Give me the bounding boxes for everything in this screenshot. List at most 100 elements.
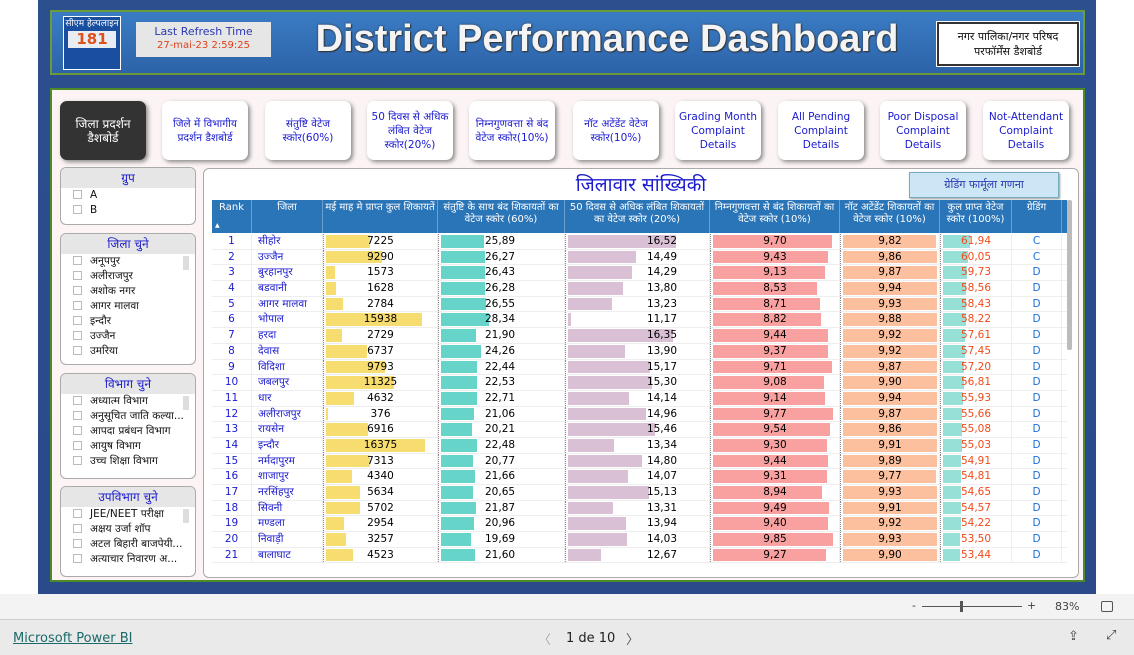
table-row[interactable]: 17 नरसिंहपुर 5634 20,65 15,13 8,94 9,93 54,65 D <box>212 485 1067 501</box>
nav-button-0[interactable]: जिला प्रदर्शन डैशबोर्ड <box>60 101 146 160</box>
filter-option[interactable]: आगर मालवा <box>61 299 195 314</box>
fullscreen-icon[interactable]: ⤢ <box>1106 628 1116 643</box>
checkbox[interactable] <box>73 539 82 548</box>
table-row[interactable]: 3 बुरहानपुर 1573 26,43 14,29 9,13 9,87 59,73 D <box>212 265 1067 282</box>
cell-value: 56,81 <box>960 376 992 389</box>
table-row[interactable]: 8 देवास 6737 24,26 13,90 9,37 9,92 57,45 D <box>212 343 1067 360</box>
column-header[interactable]: Rank ▲ <box>212 200 252 233</box>
checkbox[interactable] <box>73 256 82 265</box>
table-row[interactable]: 9 विदिशा 9793 22,44 15,17 9,71 9,87 57,20 D <box>212 359 1067 376</box>
table-row[interactable]: 6 भोपाल 15938 28,34 11,17 8,82 9,88 58,22 D <box>212 312 1067 329</box>
filter-option[interactable]: अक्षय उर्जा शॉप <box>61 522 195 537</box>
column-header[interactable]: मई माह मे प्राप्त कुल शिकायतें <box>323 200 438 233</box>
checkbox[interactable] <box>73 411 82 420</box>
table-row[interactable]: 7 हरदा 2729 21,90 16,35 9,44 9,92 57,61 D <box>212 328 1067 344</box>
checkbox[interactable] <box>73 316 82 325</box>
filter-option[interactable]: अनूपपुर <box>61 254 195 269</box>
checkbox[interactable] <box>73 205 82 214</box>
filter-option[interactable]: आपदा प्रबंधन विभाग <box>61 424 195 439</box>
checkbox[interactable] <box>73 456 82 465</box>
table-row[interactable]: 10 जबलपुर 11325 22,53 15,30 9,08 9,90 56,81 D <box>212 375 1067 391</box>
filter-option[interactable]: JEE/NEET परीक्षा <box>61 507 195 522</box>
zoom-slider[interactable] <box>922 601 1022 612</box>
table-row[interactable]: 5 आगर मालवा 2784 26,55 13,23 8,71 9,93 58,43 D <box>212 296 1067 313</box>
table-row[interactable]: 18 सिवनी 5702 21,87 13,31 9,49 9,91 54,57 D <box>212 500 1067 517</box>
nav-button-8[interactable]: Poor Disposal Complaint Details <box>880 101 966 160</box>
column-header[interactable]: नॉट अटेंडेंट शिकायतों का वेटेज स्कोर (10… <box>840 200 940 233</box>
column-header[interactable]: कुल प्राप्त वेटेज स्कोर (100%) <box>940 200 1012 233</box>
cell-value: 26,28 <box>485 282 516 295</box>
nav-button-1[interactable]: जिले में विभागीय प्रदर्शन डैशबोर्ड <box>162 101 248 160</box>
column-header[interactable]: 50 दिवस से अधिक लंबित शिकायतों का वेटेज … <box>565 200 710 233</box>
table-cell: 16,52 <box>565 234 710 249</box>
table-row[interactable]: 1 सीहोर 7225 25,89 16,52 9,70 9,82 61,94 C <box>212 234 1067 250</box>
filter-option[interactable]: अध्यात्म विभाग <box>61 394 195 409</box>
sort-ascending-icon[interactable]: ▲ <box>215 220 220 232</box>
column-header[interactable]: निम्नगुणवत्ता से बंद शिकायतों का वेटेज स… <box>710 200 840 233</box>
share-icon[interactable]: ⇪ <box>1068 629 1079 644</box>
content-area: जिला प्रदर्शन डैशबोर्ड जिले में विभागीय प… <box>50 88 1085 582</box>
zoom-slider-handle[interactable] <box>960 601 963 612</box>
column-header[interactable]: ग्रेडिंग <box>1012 200 1062 233</box>
table-scrollbar[interactable] <box>1067 200 1072 350</box>
fit-to-page-icon[interactable] <box>1101 601 1113 612</box>
table-row[interactable]: 12 अलीराजपुर 376 21,06 14,96 9,77 9,87 55,66 D <box>212 406 1067 423</box>
filter-option[interactable]: आयुष विभाग <box>61 439 195 454</box>
power-bi-link[interactable]: Microsoft Power BI <box>13 631 132 646</box>
prev-page-icon[interactable]: 〈 <box>538 629 551 648</box>
column-header[interactable]: संतुष्टि के साथ बंद शिकायतों का वेटेज स्… <box>438 200 565 233</box>
nav-button-6[interactable]: Grading Month Complaint Details <box>675 101 761 160</box>
checkbox[interactable] <box>73 554 82 563</box>
nav-button-4[interactable]: निम्नगुणवत्ता से बंद वेटेज स्कोर(10%) <box>469 101 555 160</box>
filter-scrollbar[interactable] <box>183 396 189 410</box>
filter-option[interactable]: अशोक नगर <box>61 284 195 299</box>
filter-option[interactable]: अनुसूचित जाति कल्या... <box>61 409 195 424</box>
filter-option[interactable]: A <box>61 188 195 203</box>
checkbox[interactable] <box>73 396 82 405</box>
table-cell: 12 <box>212 406 252 422</box>
checkbox[interactable] <box>73 346 82 355</box>
checkbox[interactable] <box>73 301 82 310</box>
checkbox[interactable] <box>73 286 82 295</box>
filter-scrollbar[interactable] <box>183 256 189 270</box>
column-header[interactable]: जिला <box>252 200 323 233</box>
filter-option[interactable]: उच्च शिक्षा विभाग <box>61 454 195 469</box>
table-row[interactable]: 15 नर्मदापुरम 7313 20,77 14,80 9,44 9,89 54,91 D <box>212 453 1067 470</box>
table-row[interactable]: 13 रायसेन 6916 20,21 15,46 9,54 9,86 55,08 D <box>212 422 1067 438</box>
table-row[interactable]: 4 बडवानी 1628 26,28 13,80 8,53 9,94 58,56 D <box>212 281 1067 297</box>
table-row[interactable]: 14 इन्दौर 16375 22,48 13,34 9,30 9,91 55,03 D <box>212 437 1067 454</box>
filter-option[interactable]: अत्याचार निवारण अ... <box>61 552 195 567</box>
table-row[interactable]: 19 मण्डला 2954 20,96 13,94 9,40 9,92 54,22 D <box>212 516 1067 533</box>
checkbox[interactable] <box>73 271 82 280</box>
table-row[interactable]: 2 उज्जैन 9290 26,27 14,49 9,43 9,86 60,05 C <box>212 249 1067 266</box>
filter-option[interactable]: उज्जैन <box>61 329 195 344</box>
cell-value: 9290 <box>367 250 394 263</box>
nav-button-5[interactable]: नॉट अटेंडेंट वेटेज स्कोर(10%) <box>573 101 659 160</box>
filter-option[interactable]: अटल बिहारी बाजपेयी... <box>61 537 195 552</box>
filter-option[interactable]: उमरिया <box>61 344 195 359</box>
checkbox[interactable] <box>73 524 82 533</box>
checkbox[interactable] <box>73 509 82 518</box>
filter-option[interactable]: B <box>61 203 195 218</box>
zoom-out-button[interactable]: - <box>912 599 916 612</box>
nav-button-7[interactable]: All Pending Complaint Details <box>778 101 864 160</box>
table-row[interactable]: 20 निवाड़ी 3257 19,69 14,03 9,85 9,93 53,50 D <box>212 532 1067 548</box>
checkbox[interactable] <box>73 426 82 435</box>
filter-scrollbar[interactable] <box>183 509 189 523</box>
filter-option[interactable]: अलीराजपुर <box>61 269 195 284</box>
nagar-palika-dashboard-button[interactable]: नगर पालिका/नगर परिषद परफॉर्मेंस डैशबोर्ड <box>936 21 1080 67</box>
checkbox[interactable] <box>73 190 82 199</box>
zoom-in-button[interactable]: + <box>1027 599 1036 612</box>
zoom-level: 83% <box>1055 600 1080 613</box>
grading-formula-button[interactable]: ग्रेडिंग फार्मूला गणना <box>909 172 1059 198</box>
nav-button-9[interactable]: Not-Attendant Complaint Details <box>983 101 1069 160</box>
filter-option[interactable]: इन्दौर <box>61 314 195 329</box>
table-row[interactable]: 16 शाजापुर 4340 21,66 14,07 9,31 9,77 54,81 D <box>212 469 1067 485</box>
table-row[interactable]: 11 धार 4632 22,71 14,14 9,14 9,94 55,93 D <box>212 390 1067 407</box>
nav-button-2[interactable]: संतुष्टि वेटेज स्कोर(60%) <box>265 101 351 160</box>
checkbox[interactable] <box>73 331 82 340</box>
table-row[interactable]: 21 बालाघाट 4523 21,60 12,67 9,27 9,90 53,44 D <box>212 547 1067 564</box>
nav-button-3[interactable]: 50 दिवस से अधिक लंबित वेटेज स्कोर(20%) <box>367 101 453 160</box>
next-page-icon[interactable]: 〉 <box>626 629 639 648</box>
checkbox[interactable] <box>73 441 82 450</box>
